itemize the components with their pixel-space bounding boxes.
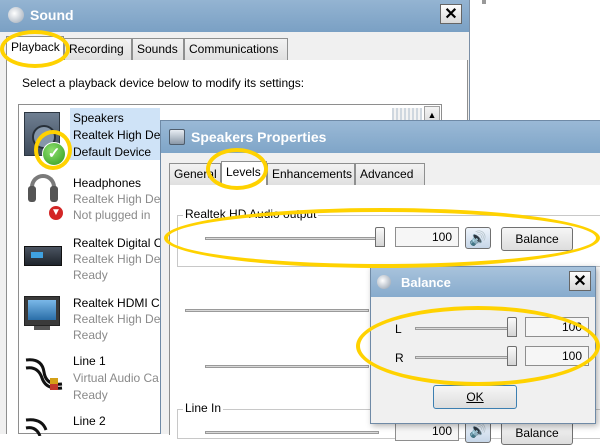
monitor-icon [24, 296, 60, 326]
device-name[interactable]: Realtek Digital C [73, 236, 162, 250]
instruction-text: Select a playback device below to modify… [22, 76, 305, 90]
output-group-label: Realtek HD Audio output [183, 207, 319, 221]
tab-playback[interactable]: Playback [6, 36, 64, 60]
tab-label: Recording [69, 42, 124, 56]
balance-titlebar[interactable]: Balance [371, 267, 595, 297]
speaker-volume-icon: 🔊 [469, 230, 487, 246]
speaker-window-icon [169, 129, 185, 145]
sound-title: Sound [30, 7, 74, 23]
device-driver: Virtual Audio Ca [73, 371, 159, 385]
device-status: Not plugged in [73, 208, 151, 222]
right-channel-field[interactable]: 100 [525, 346, 589, 366]
ok-button[interactable]: OK [433, 385, 517, 409]
output-slider-thumb[interactable] [375, 227, 385, 247]
balance-close-button[interactable]: ✕ [569, 271, 591, 291]
device-driver: Realtek High De [73, 252, 161, 266]
right-channel-label: R [395, 351, 404, 365]
balance-dialog: Balance ✕ L 100 R 100 OK [370, 266, 596, 424]
right-channel-slider-thumb[interactable] [507, 346, 517, 366]
balance-button[interactable]: Balance [501, 227, 573, 251]
tab-label: General [174, 167, 217, 181]
sound-close-button[interactable]: ✕ [440, 4, 462, 24]
sound-titlebar[interactable]: Sound [0, 0, 469, 32]
tab-label: Communications [189, 42, 279, 56]
tab-label: Sounds [137, 42, 178, 56]
tab-label: Advanced [360, 167, 414, 181]
line-in-group-label: Line In [183, 401, 224, 415]
tab-recording[interactable]: Recording [64, 38, 132, 60]
tab-label: Enhancements [272, 167, 353, 181]
close-icon: ✕ [444, 6, 458, 23]
tab-label: Levels [226, 165, 261, 179]
tab-levels[interactable]: Levels [221, 161, 267, 185]
left-channel-slider-track[interactable] [415, 327, 513, 330]
scroll-up-icon: ▲ [427, 110, 437, 120]
right-channel-slider-track[interactable] [415, 356, 513, 359]
properties-tab-strip: General Levels Enhancements Advanced [169, 161, 599, 186]
line-in-balance-button[interactable]: Balance [501, 421, 573, 445]
properties-titlebar[interactable]: Speakers Properties [161, 121, 600, 153]
second-slider-track[interactable] [185, 309, 369, 312]
balance-window-icon [377, 275, 391, 289]
tab-sounds[interactable]: Sounds [132, 38, 184, 60]
ok-label: OK [466, 390, 484, 404]
balance-title: Balance [401, 275, 451, 290]
left-channel-slider-thumb[interactable] [507, 317, 517, 337]
output-slider-track[interactable] [205, 237, 383, 240]
default-check-icon: ✓ [42, 142, 66, 166]
tab-advanced[interactable]: Advanced [355, 163, 425, 185]
cable-icon [25, 418, 48, 436]
background-page-text [482, 0, 592, 8]
tab-communications[interactable]: Communications [184, 38, 288, 60]
device-status: Ready [73, 388, 108, 402]
third-slider-track[interactable] [205, 365, 369, 368]
tab-enhancements[interactable]: Enhancements [267, 163, 355, 185]
device-name[interactable]: Realtek HDMI C [73, 296, 160, 310]
device-driver: Realtek High De [73, 128, 161, 142]
line-in-mute-button[interactable]: 🔊 [465, 421, 491, 443]
tab-general[interactable]: General [169, 163, 221, 185]
close-icon: ✕ [573, 273, 587, 290]
device-status: Default Device [73, 145, 152, 159]
device-driver: Realtek High De [73, 192, 161, 206]
headphones-icon [28, 174, 58, 204]
device-name[interactable]: Speakers [73, 111, 124, 125]
mute-button[interactable]: 🔊 [465, 227, 491, 249]
device-status: Ready [73, 328, 108, 342]
sound-window-icon [8, 7, 24, 23]
sound-tab-strip: Playback Recording Sounds Communications [6, 36, 466, 61]
device-name[interactable]: Line 2 [73, 414, 106, 428]
cable-icon [25, 358, 63, 390]
left-channel-field[interactable]: 100 [525, 317, 589, 337]
device-name[interactable]: Headphones [73, 176, 141, 190]
tab-label: Playback [11, 40, 60, 54]
device-name[interactable]: Line 1 [73, 354, 106, 368]
output-volume-field[interactable]: 100 [395, 227, 459, 247]
speaker-volume-icon: 🔊 [469, 422, 487, 438]
monitor-stand [34, 326, 50, 330]
device-status: Ready [73, 268, 108, 282]
device-driver: Realtek High De [73, 312, 161, 326]
left-channel-label: L [395, 322, 402, 336]
line-in-volume-field[interactable]: 100 [395, 421, 459, 441]
digital-output-icon [24, 246, 62, 266]
list-stripe [392, 108, 422, 120]
unplugged-icon: ▼ [48, 205, 64, 221]
properties-title: Speakers Properties [191, 129, 327, 145]
